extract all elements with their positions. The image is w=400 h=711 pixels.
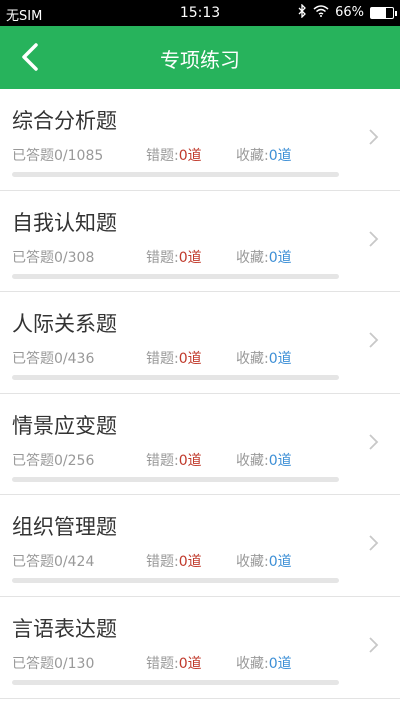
favorite-count: 收藏:0道 [236,655,292,672]
answered-count: 已答题0/130 [12,655,95,672]
answered-count: 已答题0/256 [12,452,95,469]
battery-percent: 66% [335,5,364,20]
list-item[interactable]: 人际关系题 已答题0/436 错题:0道 收藏:0道 [0,292,400,394]
battery-icon [370,6,397,19]
list-item[interactable]: 言语表达题 已答题0/130 错题:0道 收藏:0道 [0,596,400,699]
chevron-right-icon [368,229,380,249]
progress-bar [12,578,339,584]
wrong-count: 错题:0道 [146,249,202,266]
favorite-count: 收藏:0道 [236,249,292,266]
wrong-count: 错题:0道 [146,554,202,571]
list-item[interactable]: 情景应变题 已答题0/256 错题:0道 收藏:0道 [0,393,400,496]
favorite-count: 收藏:0道 [236,554,292,571]
bluetooth-icon [298,3,307,21]
progress-bar [12,476,339,482]
item-title: 情景应变题 [12,413,117,438]
answered-count: 已答题0/424 [12,554,95,571]
chevron-right-icon [368,533,380,553]
item-title: 组织管理题 [12,515,117,540]
chevron-right-icon [368,432,380,452]
wrong-count: 错题:0道 [146,655,202,672]
list-item[interactable]: 自我认知题 已答题0/308 错题:0道 收藏:0道 [0,190,400,293]
progress-bar [12,273,339,279]
wrong-count: 错题:0道 [146,452,202,469]
chevron-right-icon [368,127,380,147]
wifi-icon [313,4,329,21]
item-title: 自我认知题 [12,210,117,235]
progress-bar [12,375,339,381]
answered-count: 已答题0/308 [12,249,95,266]
page-title: 专项练习 [160,48,240,72]
favorite-count: 收藏:0道 [236,452,292,469]
practice-list: 综合分析题 已答题0/1085 错题:0道 收藏:0道 自我认知题 已答题0/3… [0,89,400,699]
answered-count: 已答题0/1085 [12,148,104,164]
answered-count: 已答题0/436 [12,351,95,368]
list-item[interactable]: 组织管理题 已答题0/424 错题:0道 收藏:0道 [0,495,400,597]
item-title: 综合分析题 [12,109,117,133]
progress-bar [12,679,339,685]
status-bar: 无SIM 15:13 66% [0,0,400,26]
wrong-count: 错题:0道 [146,148,202,164]
status-right: 66% [298,3,397,21]
favorite-count: 收藏:0道 [236,148,292,164]
chevron-right-icon [368,330,380,350]
list-item[interactable]: 综合分析题 已答题0/1085 错题:0道 收藏:0道 [0,89,400,191]
app-header: 专项练习 [0,26,400,89]
chevron-right-icon [368,635,380,655]
progress-bar [12,172,339,177]
item-title: 人际关系题 [12,312,117,337]
wrong-count: 错题:0道 [146,351,202,368]
favorite-count: 收藏:0道 [236,351,292,368]
battery-level [371,7,386,18]
item-title: 言语表达题 [12,616,117,641]
